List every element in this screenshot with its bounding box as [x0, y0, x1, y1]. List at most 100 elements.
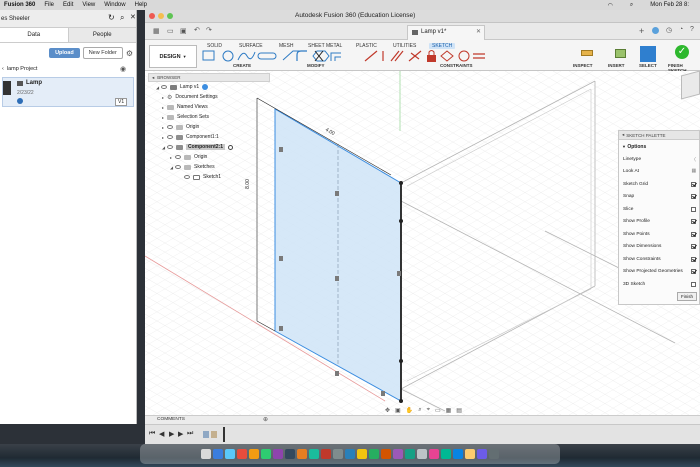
sketch-palette-header[interactable]: ◂ SKETCH PALETTE: [619, 131, 699, 140]
dock-app-icon[interactable]: [261, 449, 271, 459]
new-folder-button[interactable]: New Folder: [82, 47, 123, 59]
extensions-icon[interactable]: [652, 27, 659, 34]
menu-clock[interactable]: Mon Feb 28 8:: [650, 2, 689, 8]
equal-constraint-icon[interactable]: [473, 53, 485, 59]
horizontal-constraint-icon[interactable]: [364, 50, 378, 62]
tree-row-named-views[interactable]: ▸ Named Views: [148, 102, 270, 112]
upload-button[interactable]: Upload: [49, 48, 80, 58]
browser-header[interactable]: ◂ BROWSER: [148, 73, 270, 82]
refresh-icon[interactable]: ↻: [108, 13, 115, 22]
palette-checkbox[interactable]: [691, 206, 696, 212]
dock-app-icon[interactable]: [489, 449, 499, 459]
zoom-icon[interactable]: ⌕: [418, 407, 421, 414]
tree-row-component1[interactable]: ▸ Component1:1: [148, 132, 270, 142]
fit-icon[interactable]: ⌖: [427, 407, 430, 414]
palette-checkbox[interactable]: [691, 231, 696, 237]
menu-edit[interactable]: Edit: [63, 2, 73, 8]
visibility-eye-icon[interactable]: [175, 155, 181, 159]
slot-tool-icon[interactable]: [257, 52, 277, 60]
workspace-dropdown[interactable]: DESIGN ▼: [149, 45, 197, 68]
timeline-play-icon[interactable]: ▶: [169, 430, 174, 438]
dock-app-icon[interactable]: [405, 449, 415, 459]
finish-sketch-button[interactable]: Finish: [676, 292, 697, 301]
palette-checkbox[interactable]: [691, 219, 696, 224]
new-tab-button[interactable]: +: [639, 26, 644, 36]
file-card-lamp[interactable]: Lamp 2/23/22 V1: [2, 77, 134, 107]
coincident-constraint-icon[interactable]: [408, 50, 422, 62]
close-icon[interactable]: ✕: [130, 13, 136, 21]
window-close-button[interactable]: [149, 13, 155, 19]
orbit-icon[interactable]: ✥: [385, 407, 390, 414]
palette-row[interactable]: Slice: [623, 203, 696, 215]
document-tab[interactable]: Lamp v1* ✕: [407, 25, 485, 40]
back-icon[interactable]: ‹: [2, 66, 4, 72]
timeline-feature-icon[interactable]: [203, 431, 209, 438]
dock-app-icon[interactable]: [321, 449, 331, 459]
undo-icon[interactable]: ↶: [194, 26, 200, 34]
rectangle-tool-icon[interactable]: [202, 50, 215, 61]
menu-window[interactable]: Window: [104, 2, 125, 8]
palette-row[interactable]: Sketch Grid: [623, 178, 696, 190]
look-at-icon[interactable]: ▣: [395, 407, 401, 414]
help-icon[interactable]: ?: [690, 26, 694, 33]
dock-app-icon[interactable]: [453, 449, 463, 459]
dock-app-icon[interactable]: [333, 449, 343, 459]
palette-checkbox[interactable]: [691, 244, 696, 249]
tree-row-document-settings[interactable]: ▸ ⚙ Document Settings: [148, 92, 270, 102]
dock-app-icon[interactable]: [441, 449, 451, 459]
timeline-next-icon[interactable]: ▶: [178, 430, 183, 438]
dock-app-icon[interactable]: [381, 449, 391, 459]
dock-app-icon[interactable]: [417, 449, 427, 459]
palette-checkbox[interactable]: [691, 194, 696, 199]
display-settings-icon[interactable]: ▭: [435, 407, 441, 414]
menu-file[interactable]: File: [44, 2, 54, 8]
tree-row-component2[interactable]: ◢ Component2:1: [148, 142, 270, 152]
visibility-eye-icon[interactable]: [167, 135, 173, 139]
dock-app-icon[interactable]: [249, 449, 259, 459]
dock-app-icon[interactable]: [393, 449, 403, 459]
search-icon[interactable]: ⌕: [120, 13, 124, 23]
palette-checkbox[interactable]: [691, 269, 696, 274]
tree-row-origin[interactable]: ▸ Origin: [148, 122, 270, 132]
group-modify[interactable]: MODIFY: [307, 63, 325, 68]
search-icon[interactable]: ⌕: [630, 2, 633, 9]
window-minimize-button[interactable]: [158, 13, 164, 19]
dock-app-icon[interactable]: [285, 449, 295, 459]
notification-icon[interactable]: ◔: [679, 26, 683, 33]
menu-app-name[interactable]: Fusion 360: [4, 2, 35, 8]
tree-row-sketch1[interactable]: Sketch1: [148, 172, 270, 182]
people-icon[interactable]: ◉: [120, 65, 126, 73]
activate-radio-icon[interactable]: [228, 144, 233, 150]
dock-app-icon[interactable]: [201, 449, 211, 459]
active-component-icon[interactable]: [202, 84, 209, 90]
viewports-icon[interactable]: ▤: [456, 407, 462, 414]
clock-icon[interactable]: ◷: [666, 26, 672, 34]
menu-help[interactable]: Help: [135, 2, 147, 8]
group-inspect[interactable]: INSPECT: [573, 63, 593, 68]
wifi-icon[interactable]: ◠: [608, 2, 613, 9]
visibility-eye-icon[interactable]: [175, 165, 181, 169]
window-zoom-button[interactable]: [167, 13, 173, 19]
grid-menu-icon[interactable]: ▦: [153, 27, 160, 35]
tree-row-sketches[interactable]: ◢ Sketches: [148, 162, 270, 172]
redo-icon[interactable]: ↷: [206, 26, 212, 34]
gear-icon[interactable]: ⚙: [126, 49, 133, 58]
look-at-icon[interactable]: ▦: [691, 169, 696, 174]
group-constraints[interactable]: CONSTRAINTS: [440, 63, 473, 68]
lock-constraint-icon[interactable]: [427, 55, 436, 62]
browser-collapse-icon[interactable]: ◂: [152, 75, 154, 81]
visibility-eye-icon[interactable]: [167, 145, 173, 149]
tab-close-icon[interactable]: ✕: [476, 28, 481, 35]
palette-checkbox[interactable]: [691, 281, 696, 287]
dock-app-icon[interactable]: [237, 449, 247, 459]
dock-app-icon[interactable]: [357, 449, 367, 459]
midpoint-constraint-icon[interactable]: [440, 50, 454, 62]
comments-add-icon[interactable]: ⊕: [263, 416, 268, 423]
palette-row[interactable]: Show Projected Geometries: [623, 266, 696, 278]
palette-row[interactable]: Show Dimensions: [623, 241, 696, 253]
dock-app-icon[interactable]: [225, 449, 235, 459]
timeline-end-icon[interactable]: ⏭: [187, 430, 193, 438]
palette-row[interactable]: Look At ▦: [623, 166, 696, 178]
comments-label[interactable]: COMMENTS: [157, 417, 185, 422]
dock-app-icon[interactable]: [477, 449, 487, 459]
